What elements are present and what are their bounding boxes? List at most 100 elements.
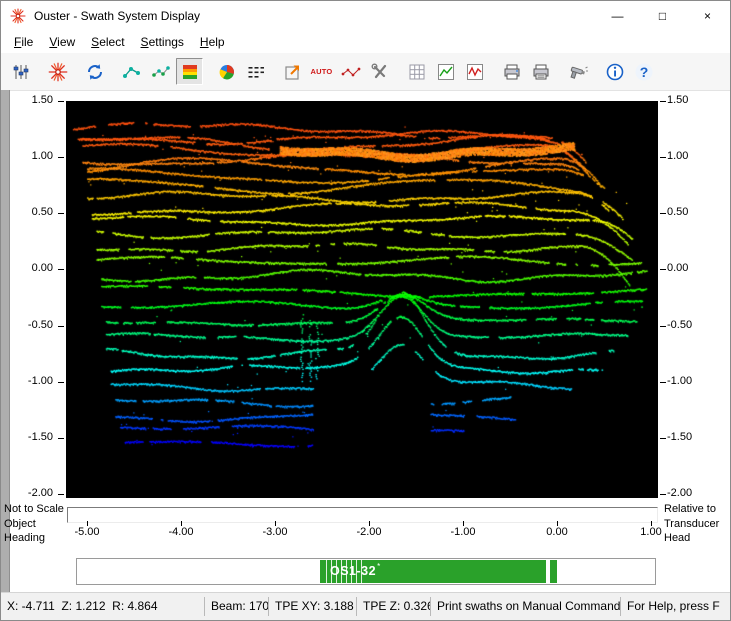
right-caption: Relative to Transducer Head: [664, 502, 731, 546]
status-help: For Help, press F: [621, 597, 730, 616]
toolbar-separator: [592, 58, 600, 85]
device-label: OS1-32: [330, 564, 376, 578]
auto-label: AUTO: [311, 67, 333, 76]
starburst-icon: [48, 62, 68, 82]
toolbar-button-error-scatter[interactable]: [337, 58, 364, 85]
toolbar-separator: [35, 58, 43, 85]
device-chip[interactable]: OS1-32*: [320, 560, 546, 583]
left-caption-line: Heading: [4, 531, 65, 546]
status-tpe-z: TPE Z: 0.326: [357, 597, 431, 616]
device-mark: *: [377, 562, 380, 571]
right-caption-line: Relative to: [664, 502, 731, 517]
dashes-icon: [246, 62, 266, 82]
y-axis-label-left: -0.50: [15, 319, 53, 332]
y-axis-tick-left: [58, 438, 64, 439]
y-axis-tick-right: [660, 382, 666, 383]
grid-icon: [407, 62, 427, 82]
svg-text:?: ?: [639, 64, 648, 80]
window-title: Ouster - Swath System Display: [34, 9, 200, 23]
menu-item-file[interactable]: File: [6, 32, 41, 52]
toolbar-button-print[interactable]: [498, 58, 525, 85]
toolbar-button-grid[interactable]: [403, 58, 430, 85]
toolbar-button-tools[interactable]: [366, 58, 393, 85]
y-axis-label-right: -2.00: [667, 487, 705, 500]
status-tpe-xy: TPE XY: 3.188: [269, 597, 357, 616]
toolbar-button-display-sliders[interactable]: [7, 58, 34, 85]
y-axis-tick-left: [58, 494, 64, 495]
toolbar-button-info[interactable]: [601, 58, 628, 85]
x-ruler: [67, 507, 658, 523]
toolbar-separator: [394, 58, 402, 85]
device-bar: OS1-32*: [76, 558, 656, 585]
toolbar-button-print-pages[interactable]: [527, 58, 554, 85]
x-axis-label: -4.00: [161, 526, 201, 538]
y-axis-tick-left: [58, 326, 64, 327]
status-mode: Print swaths on Manual Command: [431, 597, 621, 616]
menu-item-settings[interactable]: Settings: [133, 32, 192, 52]
toolbar-separator: [72, 58, 80, 85]
left-caption-line: Object: [4, 517, 65, 532]
y-axis-label-left: 0.50: [15, 206, 53, 219]
x-axis-label: -5.00: [67, 526, 107, 538]
y-axis-tick-left: [58, 213, 64, 214]
y-axis-label-right: 0.50: [667, 206, 705, 219]
toolbar-button-profile-points[interactable]: [118, 58, 145, 85]
scatter-points-icon: [151, 62, 171, 82]
left-caption: Not to Scale Object Heading: [4, 502, 65, 546]
toolbar-button-help[interactable]: ?: [630, 58, 657, 85]
x-axis-label: -3.00: [255, 526, 295, 538]
swath-canvas[interactable]: [66, 101, 658, 498]
menu-item-view[interactable]: View: [41, 32, 83, 52]
toolbar-button-graph-green[interactable]: [432, 58, 459, 85]
printer-pages-icon: [531, 62, 551, 82]
y-axis-tick-right: [660, 269, 666, 270]
status-bar: X: -4.711 Z: 1.212 R: 4.864 Beam: 1703 T…: [1, 592, 730, 620]
x-axis-label: -2.00: [349, 526, 389, 538]
minimize-button[interactable]: —: [595, 1, 640, 31]
toolbar-button-sensor-burst[interactable]: [44, 58, 71, 85]
y-axis-label-left: -1.50: [15, 431, 53, 444]
menu-item-help[interactable]: Help: [192, 32, 233, 52]
graph-red-icon: [465, 62, 485, 82]
y-axis-label-left: -2.00: [15, 487, 53, 500]
app-icon[interactable]: [10, 8, 26, 24]
toolbar-button-dashes[interactable]: [242, 58, 269, 85]
toolbar-button-graph-red[interactable]: [461, 58, 488, 85]
y-axis-tick-left: [58, 382, 64, 383]
toolbar-button-scatter-points[interactable]: [147, 58, 174, 85]
toolbar-button-auto-mode[interactable]: AUTO: [308, 58, 335, 85]
info-icon: [605, 62, 625, 82]
y-axis-label-right: -0.50: [667, 319, 705, 332]
sliders-icon: [11, 62, 31, 82]
pie-chart-icon: [217, 62, 237, 82]
toolbar-button-pie-chart[interactable]: [213, 58, 240, 85]
toolbar-button-export-arrow[interactable]: [279, 58, 306, 85]
printer-icon: [502, 62, 522, 82]
y-axis-tick-right: [660, 326, 666, 327]
close-button[interactable]: ×: [685, 1, 730, 31]
y-axis-tick-left: [58, 101, 64, 102]
graph-green-icon: [436, 62, 456, 82]
y-axis-label-right: -1.50: [667, 431, 705, 444]
title-bar[interactable]: Ouster - Swath System Display — □ ×: [1, 1, 730, 31]
status-position: X: -4.711 Z: 1.212 R: 4.864: [1, 597, 205, 616]
y-axis-tick-right: [660, 438, 666, 439]
toolbar-separator: [109, 58, 117, 85]
x-axis-label: -1.00: [443, 526, 483, 538]
toolbar-separator: [270, 58, 278, 85]
plot-area[interactable]: [66, 101, 658, 498]
profile-points-icon: [122, 62, 142, 82]
toolbar-button-refresh-cycle[interactable]: [81, 58, 108, 85]
right-caption-line: Head: [664, 531, 731, 546]
menu-item-select[interactable]: Select: [83, 32, 132, 52]
device-sliver: [550, 560, 557, 583]
y-axis-label-right: 0.00: [667, 262, 705, 275]
toolbar-button-color-map[interactable]: [176, 58, 203, 85]
toolbar-button-spray-gun[interactable]: [564, 58, 591, 85]
y-axis-tick-right: [660, 213, 666, 214]
error-scatter-icon: [341, 62, 361, 82]
x-axis-label: 1.00: [631, 526, 671, 538]
x-axis-label: 0.00: [537, 526, 577, 538]
maximize-button[interactable]: □: [640, 1, 685, 31]
y-axis-label-right: 1.50: [667, 94, 705, 107]
